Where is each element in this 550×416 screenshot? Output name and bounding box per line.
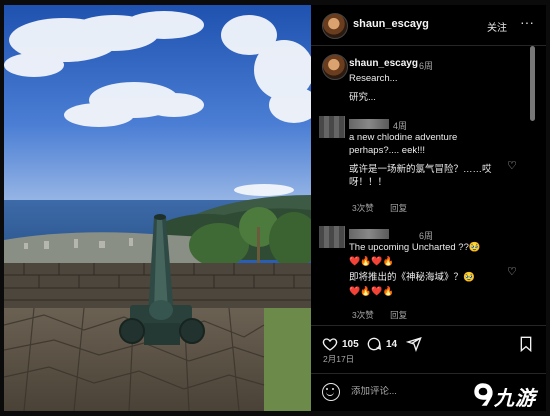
more-options-icon[interactable]: ··· — [520, 14, 534, 30]
comment-likes[interactable]: 3次赞 — [352, 310, 374, 320]
comment-text-en: The upcoming Uncharted ??🥹 — [349, 242, 481, 253]
send-icon[interactable] — [405, 336, 422, 357]
likes-count[interactable]: 105 — [342, 339, 359, 350]
comment-emoji-line: ❤️🔥❤️🔥 — [349, 286, 394, 296]
post-sidebar: shaun_escayg 关注 ··· shaun_escayg 6周 Rese… — [311, 5, 546, 411]
commenter-username-blurred[interactable] — [349, 119, 389, 129]
comment-likes[interactable]: 3次赞 — [352, 203, 374, 213]
watermark-text: 九游 — [494, 388, 536, 410]
commenter-username-blurred[interactable] — [349, 229, 389, 239]
commenter-avatar-blurred[interactable] — [319, 226, 345, 248]
follow-button[interactable]: 关注 — [487, 19, 507, 34]
author-username[interactable]: shaun_escayg — [353, 18, 429, 30]
commenter-avatar-blurred[interactable] — [319, 116, 345, 138]
scrollbar-thumb[interactable] — [530, 46, 535, 121]
post-photo — [4, 5, 311, 411]
caption-text-zh: 研究... — [349, 92, 376, 103]
add-comment-input[interactable] — [351, 386, 451, 397]
smile-icon[interactable] — [322, 383, 340, 401]
nine-game-logo-icon — [473, 382, 494, 407]
comment-like-heart-icon[interactable]: ♡ — [507, 159, 517, 172]
bookmark-icon[interactable] — [519, 336, 533, 357]
comment-icon[interactable] — [366, 336, 382, 357]
comment-meta: 3次赞 回复 — [352, 202, 421, 214]
comment-like-heart-icon[interactable]: ♡ — [507, 265, 517, 278]
cannon-landscape-image — [4, 5, 311, 411]
caption-username[interactable]: shaun_escayg — [349, 58, 418, 69]
author-avatar[interactable] — [322, 13, 348, 39]
post-date[interactable]: 2月17日 — [323, 353, 354, 365]
comment-reply-button[interactable]: 回复 — [390, 203, 407, 213]
caption-avatar[interactable] — [322, 54, 348, 80]
comment-text-zh: 即将推出的《神秘海域》？🥹 — [349, 272, 475, 283]
comments-scrollbar[interactable] — [530, 46, 536, 323]
comment-emoji-line: ❤️🔥❤️🔥 — [349, 256, 394, 266]
comment-reply-button[interactable]: 回复 — [390, 310, 407, 320]
watermark-logo: 九游 — [472, 381, 548, 411]
instagram-post-modal: shaun_escayg 关注 ··· shaun_escayg 6周 Rese… — [0, 0, 550, 416]
caption-text-en: Research... — [349, 73, 398, 84]
post-header: shaun_escayg 关注 ··· — [311, 5, 546, 46]
comment-text-en: a new chlodine adventure perhaps?.... ee… — [349, 132, 458, 156]
comments-count[interactable]: 14 — [386, 339, 397, 350]
comment-meta: 3次赞 回复 — [352, 309, 421, 321]
comments-list[interactable]: shaun_escayg 6周 Research... 研究... 4周 a n… — [311, 46, 546, 323]
comment-text-zh: 或许是一场新的氯气冒险？……哎呀！！！ — [349, 164, 492, 188]
caption-time[interactable]: 6周 — [419, 59, 433, 72]
